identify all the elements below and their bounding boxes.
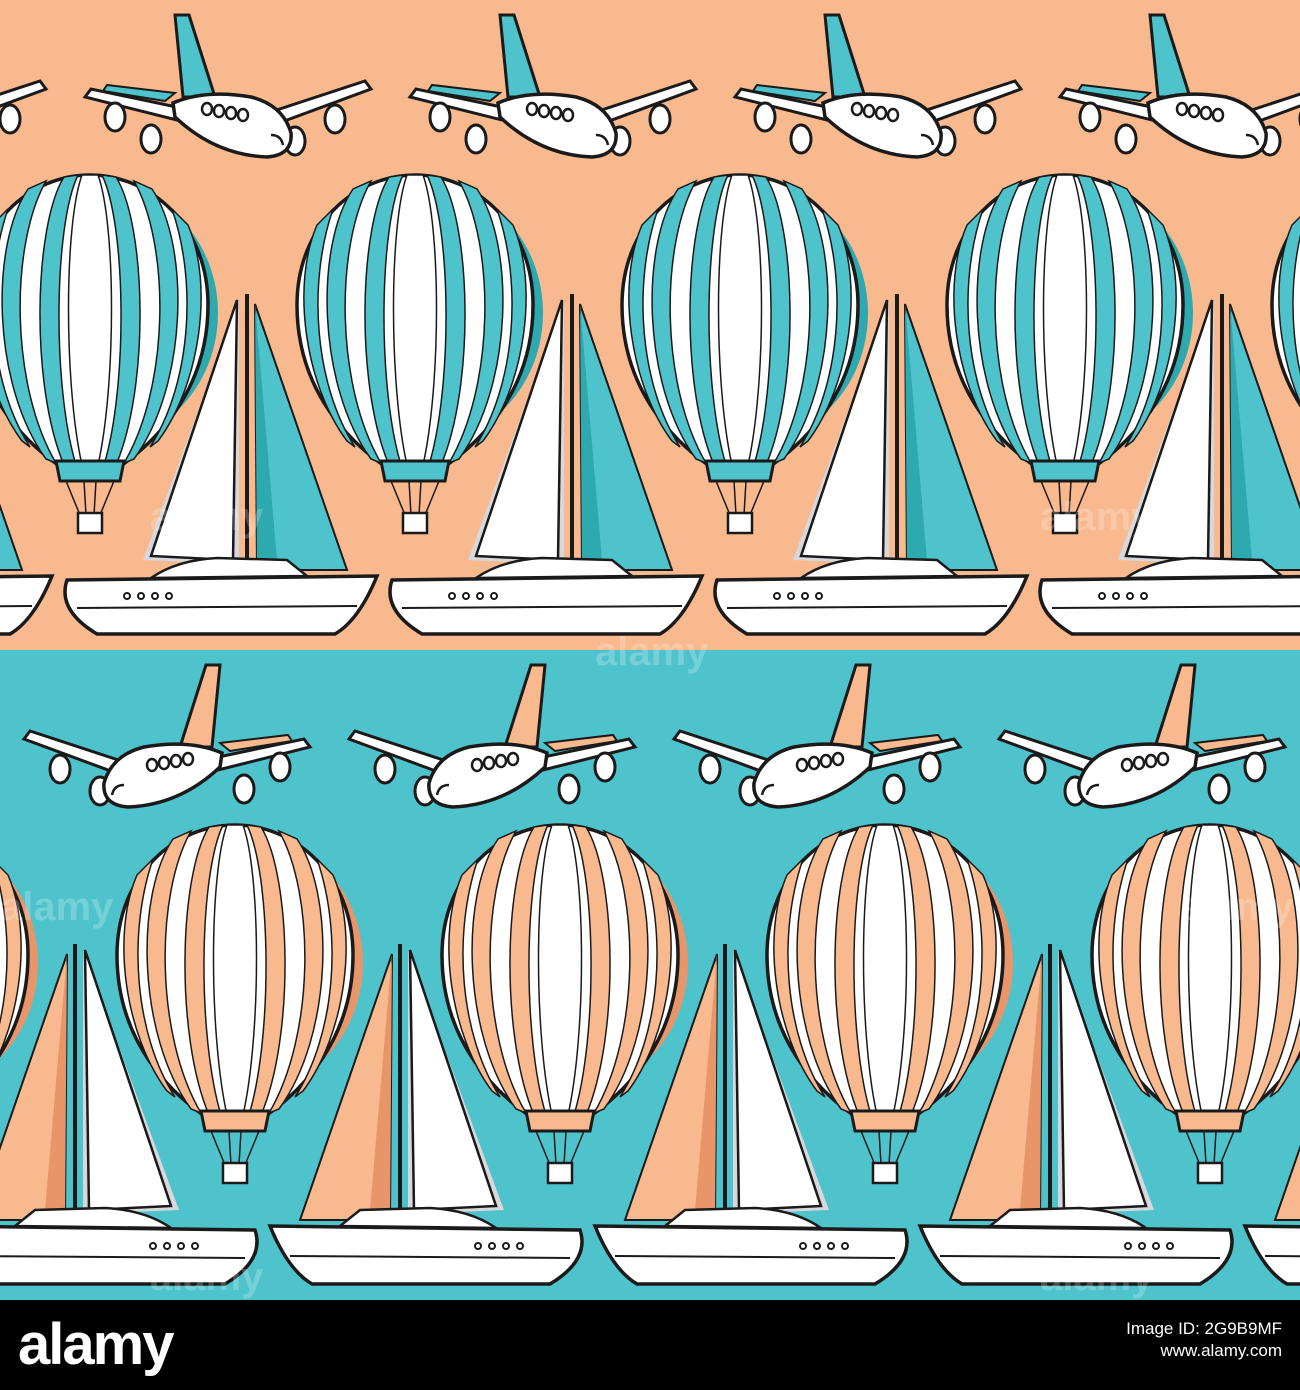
stock-footer: alamy Image ID: 2G9B9MF www.alamy.com 2G… [0, 1300, 1300, 1390]
watermark: alamy [1180, 885, 1294, 929]
image-id-label: Image ID: 2G9B9MF [1126, 1319, 1282, 1338]
footer-info: Image ID: 2G9B9MF www.alamy.com [722, 1318, 1282, 1362]
travel-pattern: alamy alamy alamy alamy alamy alamy alam… [0, 0, 1300, 1300]
brand-logo: alamy [18, 1312, 174, 1377]
watermark: alamy [0, 885, 114, 929]
stock-image: alamy alamy alamy alamy alamy alamy alam… [0, 0, 1300, 1390]
watermark: alamy [1040, 1255, 1154, 1299]
watermark: alamy [150, 495, 264, 539]
watermark: alamy [1040, 495, 1154, 539]
watermark: alamy [150, 1255, 264, 1299]
site-url[interactable]: www.alamy.com [722, 1340, 1282, 1362]
watermark: alamy [595, 630, 709, 674]
